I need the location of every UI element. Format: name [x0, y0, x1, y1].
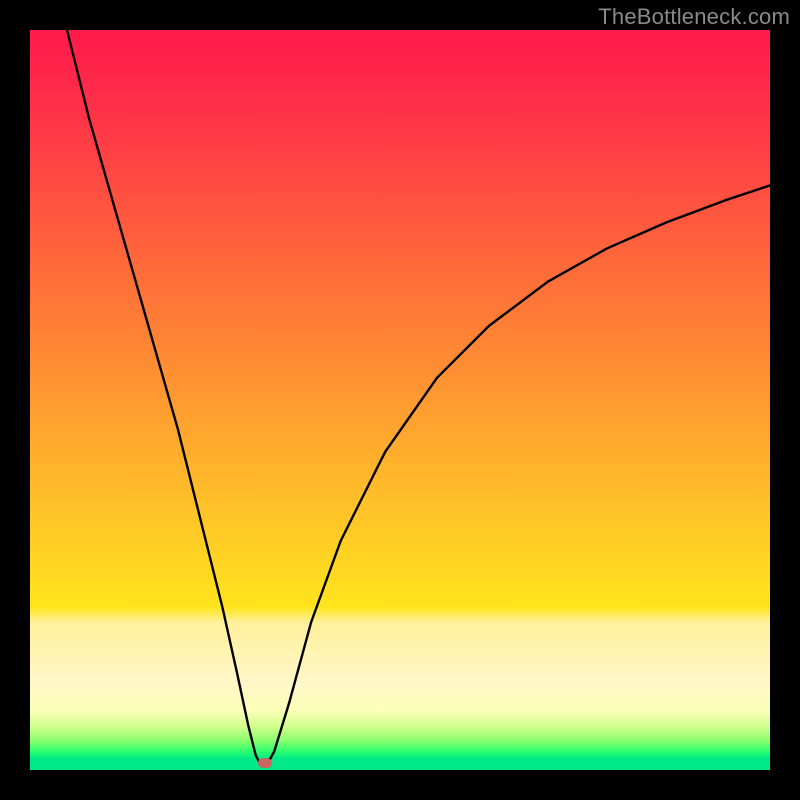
optimum-marker: [258, 758, 272, 768]
bottleneck-curve: [67, 30, 770, 765]
attribution-label: TheBottleneck.com: [598, 4, 790, 30]
chart-frame: TheBottleneck.com: [0, 0, 800, 800]
plot-area: [30, 30, 770, 770]
curve-svg: [30, 30, 770, 770]
